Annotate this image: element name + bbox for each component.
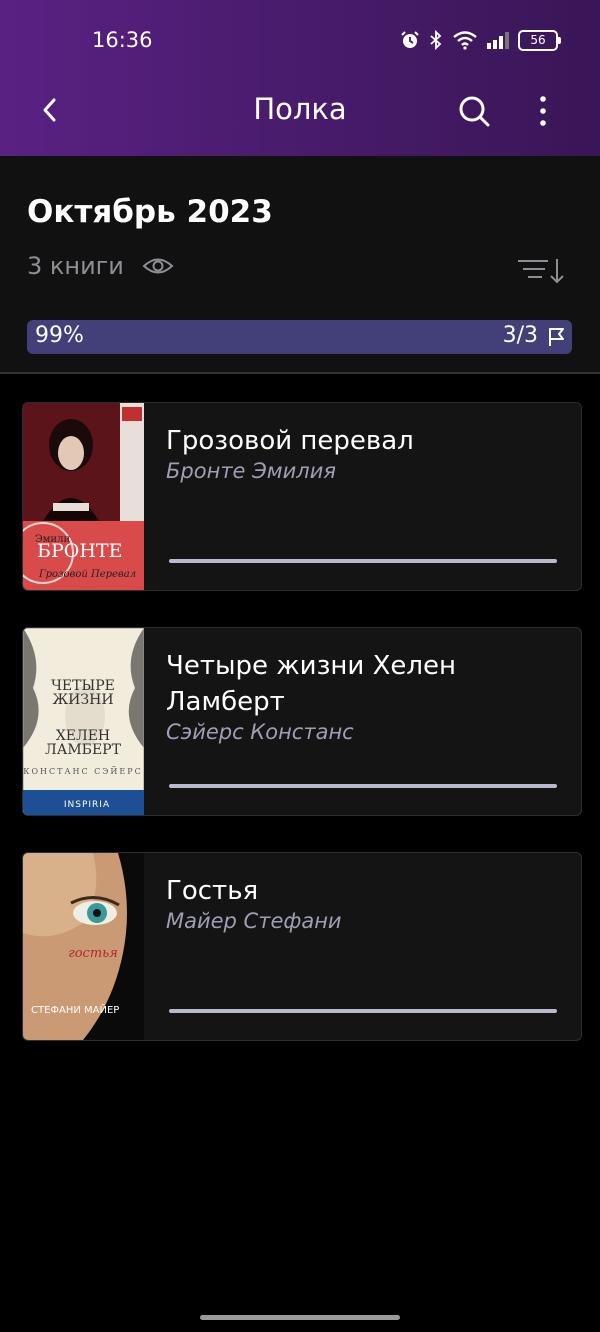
- status-icons: 56: [400, 28, 561, 52]
- status-time: 16:36: [92, 28, 153, 52]
- cover-title-text: Грозовой Перевал: [38, 569, 136, 580]
- book-card[interactable]: Эмили БРОНТЕ Грозовой Перевал Грозовой п…: [22, 402, 582, 591]
- cover-title-text: гостья: [68, 946, 118, 961]
- book-cover-image: ЧЕТЫРЕ ЖИЗНИ ХЕЛЕН ЛАМБЕРТ КОНСТАНС СЭЙЕ…: [23, 628, 144, 815]
- shelf-title: Октябрь 2023: [27, 194, 273, 230]
- sort-icon[interactable]: [515, 256, 567, 286]
- shelf-progress-bar: 99% 3/3: [27, 320, 572, 354]
- wifi-icon: [453, 31, 477, 50]
- divider: [0, 372, 600, 374]
- book-cover-image: Эмили БРОНТЕ Грозовой Перевал: [23, 403, 144, 590]
- cover-surname-text: БРОНТЕ: [37, 540, 122, 562]
- reading-progress-bar: [169, 784, 557, 788]
- battery-icon: 56: [518, 29, 561, 51]
- search-icon[interactable]: [455, 92, 493, 130]
- reading-progress-bar: [169, 559, 557, 563]
- alarm-icon: [401, 31, 419, 48]
- book-author: Майер Стефани: [166, 909, 342, 933]
- progress-count: 3/3: [502, 323, 538, 348]
- book-author: Сэйерс Констанс: [166, 720, 354, 744]
- flag-icon: [549, 328, 564, 346]
- cover-title-line-4: ЛАМБЕРТ: [45, 742, 122, 758]
- cover-title-line-2: ЖИЗНИ: [52, 692, 113, 708]
- book-card[interactable]: гостья СТЕФАНИ МАЙЕР Гостья Майер Стефан…: [22, 852, 582, 1041]
- cover-author-text: СТЕФАНИ МАЙЕР: [31, 1003, 119, 1016]
- cover-author-text: КОНСТАНС СЭЙЕРС: [23, 767, 142, 776]
- cover-publisher-text: INSPIRIA: [64, 800, 110, 810]
- app-header: 16:36 56 Полка: [0, 0, 600, 156]
- book-cover-image: гостья СТЕФАНИ МАЙЕР: [23, 853, 144, 1040]
- bluetooth-icon: [430, 30, 442, 50]
- page-title: Полка: [253, 92, 347, 126]
- book-title: Гостья: [166, 876, 259, 906]
- reading-progress-bar: [169, 1009, 557, 1013]
- book-card[interactable]: ЧЕТЫРЕ ЖИЗНИ ХЕЛЕН ЛАМБЕРТ КОНСТАНС СЭЙЕ…: [22, 627, 582, 816]
- book-title: Четыре жизни Хелен Ламберт: [166, 651, 456, 717]
- more-vertical-icon[interactable]: [530, 92, 556, 130]
- progress-percent: 99%: [35, 323, 84, 348]
- book-title: Грозовой перевал: [166, 426, 414, 456]
- signal-icon: [487, 32, 509, 49]
- book-author: Бронте Эмилия: [166, 459, 336, 483]
- eye-icon[interactable]: [142, 254, 174, 278]
- book-count: 3 книги: [27, 252, 124, 280]
- home-indicator[interactable]: [200, 1315, 400, 1320]
- shelf-header: Октябрь 2023 3 книги 99% 3/3: [0, 156, 600, 372]
